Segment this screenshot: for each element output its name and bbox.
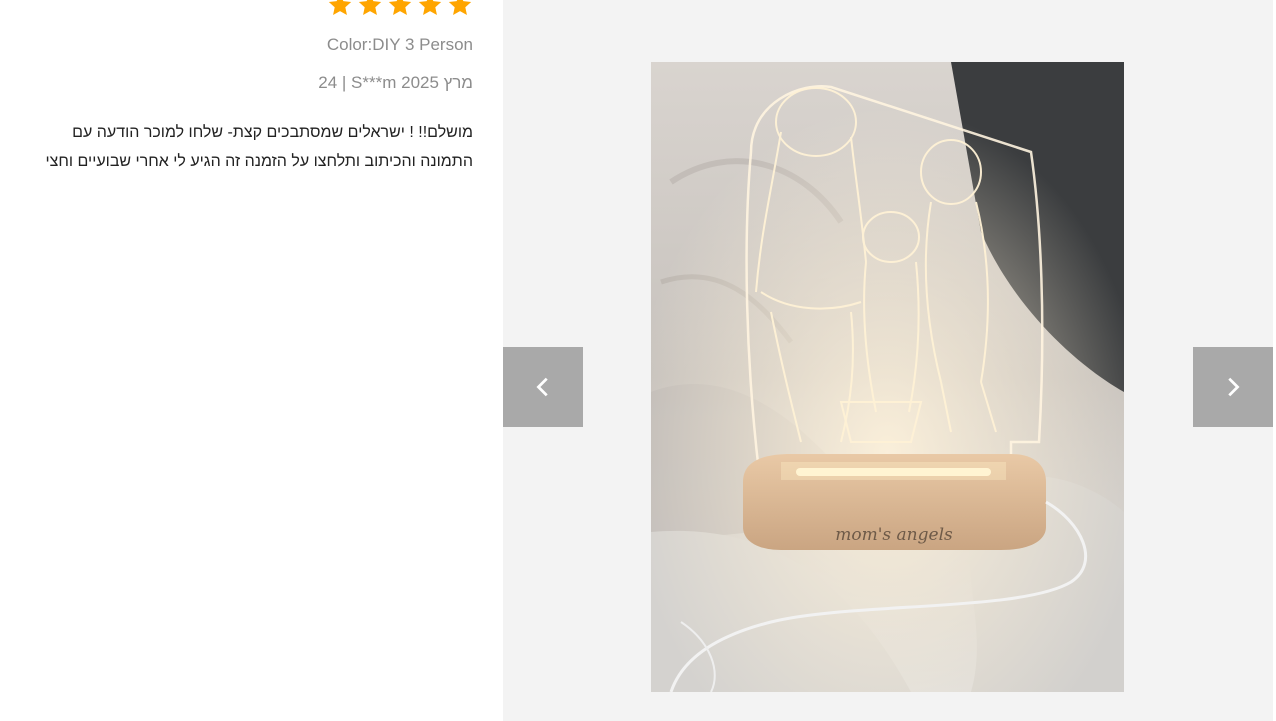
review-panel: Color:DIY 3 Person 24 | S***m מרץ 2025 מ…	[0, 0, 503, 721]
review-photo[interactable]: mom's angels	[651, 62, 1124, 692]
review-meta: 24 | S***m מרץ 2025	[318, 73, 473, 92]
engraving-text: mom's angels	[835, 525, 953, 545]
star-icon	[448, 0, 472, 15]
star-icon	[358, 0, 382, 15]
chevron-left-icon	[536, 377, 548, 397]
next-image-button[interactable]	[1193, 347, 1273, 427]
star-icon	[388, 0, 412, 15]
review-page: Color:DIY 3 Person 24 | S***m מרץ 2025 מ…	[0, 0, 1276, 721]
variant-color: Color:DIY 3 Person	[326, 35, 473, 54]
review-image-gallery: mom's angels	[503, 0, 1273, 721]
star-rating	[327, 0, 473, 18]
review-text: מושלם!! ! ישראלים שמסתבכים קצת- שלחו למו…	[45, 124, 473, 170]
previous-image-button[interactable]	[503, 347, 583, 427]
star-icon	[418, 0, 442, 15]
star-icon	[328, 0, 352, 15]
lamp-photo-illustration: mom's angels	[651, 62, 1124, 692]
chevron-right-icon	[1228, 377, 1240, 397]
